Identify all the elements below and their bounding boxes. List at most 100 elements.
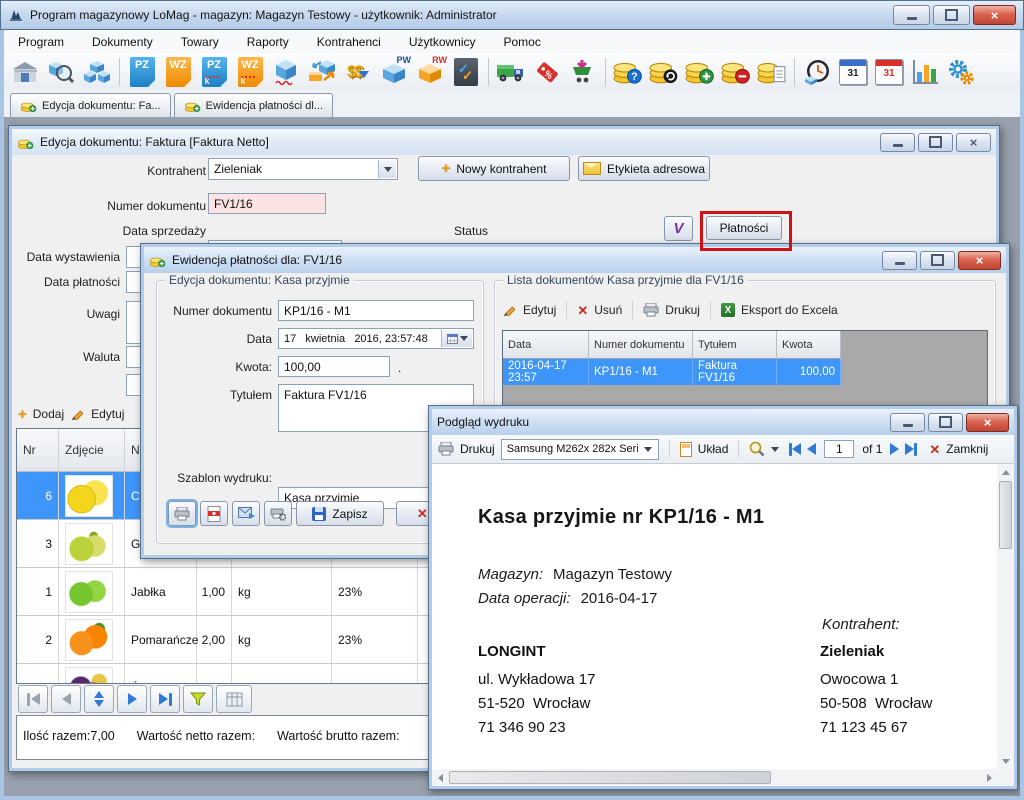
documents-check-icon[interactable]: ✓✓ xyxy=(449,56,483,88)
print-payment-button[interactable]: Drukuj xyxy=(665,303,700,317)
menu-kontrahenci[interactable]: Kontrahenci xyxy=(303,32,395,52)
email-button[interactable] xyxy=(232,501,260,526)
horizontal-scrollbar[interactable] xyxy=(432,769,997,786)
restore-button[interactable] xyxy=(928,413,963,432)
settings-gears-icon[interactable] xyxy=(944,56,978,88)
calendar-red-icon[interactable]: 31 xyxy=(872,56,906,88)
wzk-document-icon[interactable]: WZk xyxy=(233,56,267,88)
edit-payment-button[interactable]: Edytuj xyxy=(523,303,556,317)
coins-status-icon[interactable]: ? xyxy=(611,56,645,88)
warehouse-icon[interactable] xyxy=(8,56,42,88)
calendar-icon[interactable]: 31 xyxy=(836,56,870,88)
minimize-button[interactable] xyxy=(890,413,925,432)
delete-payment-button[interactable]: Usuń xyxy=(594,303,622,317)
next-page-button[interactable] xyxy=(890,443,899,455)
last-page-button[interactable] xyxy=(905,443,917,456)
minimize-button[interactable] xyxy=(882,251,917,270)
edit-item-button[interactable]: Edytuj xyxy=(91,407,124,421)
rw-document-icon[interactable]: RW xyxy=(413,56,447,88)
restore-button[interactable] xyxy=(933,5,970,25)
page-number-field[interactable]: 1 xyxy=(824,440,854,458)
printer-select[interactable]: Samsung M262x 282x Series xyxy=(501,439,659,460)
col-data[interactable]: Data xyxy=(503,331,589,359)
amount-field[interactable]: 100,00 xyxy=(278,356,390,377)
prev-record-button[interactable] xyxy=(51,685,81,713)
first-record-button[interactable] xyxy=(18,685,48,713)
close-preview-button[interactable]: Zamknij xyxy=(946,442,988,456)
last-record-button[interactable] xyxy=(150,685,180,713)
col-numer[interactable]: Numer dokumentu xyxy=(589,331,693,359)
address-label-button[interactable]: Etykieta adresowa xyxy=(578,156,710,181)
print-settings-button[interactable] xyxy=(264,501,292,526)
col-tytulem[interactable]: Tytułem xyxy=(693,331,777,359)
menu-program[interactable]: Program xyxy=(4,32,78,52)
grid-settings-icon[interactable] xyxy=(216,685,252,713)
col-kwota[interactable]: Kwota xyxy=(777,331,841,359)
purchase-cart-icon[interactable] xyxy=(566,56,600,88)
scroll-left-icon[interactable] xyxy=(432,769,447,786)
transfer-icon[interactable] xyxy=(305,56,339,88)
history-clock-icon[interactable] xyxy=(800,56,834,88)
kontrahent-combo[interactable]: Zieleniak xyxy=(208,158,398,180)
minimize-button[interactable] xyxy=(880,133,915,152)
filter-icon[interactable] xyxy=(183,685,213,713)
discount-tag-icon[interactable]: % xyxy=(530,56,564,88)
print-button[interactable]: Drukuj xyxy=(460,442,495,456)
chevron-down-icon[interactable] xyxy=(378,160,396,178)
layout-button[interactable]: Układ xyxy=(698,442,729,456)
minimize-button[interactable] xyxy=(893,5,930,25)
delivery-truck-icon[interactable] xyxy=(494,56,528,88)
tab-ewidencja-platnosci[interactable]: Ewidencja płatności dl... xyxy=(174,93,333,117)
pdf-button[interactable] xyxy=(200,501,228,526)
export-excel-button[interactable]: Eksport do Excela xyxy=(741,303,838,317)
money-icon[interactable]: $$ xyxy=(341,56,375,88)
chevron-down-icon[interactable] xyxy=(640,441,657,458)
goods-list-icon[interactable] xyxy=(80,56,114,88)
prev-page-button[interactable] xyxy=(807,443,816,455)
scroll-down-icon[interactable] xyxy=(997,754,1014,769)
scroll-right-icon[interactable] xyxy=(982,769,997,786)
calendar-dropdown-icon[interactable] xyxy=(441,330,472,347)
menu-raporty[interactable]: Raporty xyxy=(233,32,303,52)
pzk-document-icon[interactable]: PZk xyxy=(197,56,231,88)
next-record-button[interactable] xyxy=(117,685,147,713)
sort-button[interactable] xyxy=(84,685,114,713)
first-page-button[interactable] xyxy=(789,443,801,456)
scroll-thumb[interactable] xyxy=(449,771,771,784)
document-number-field[interactable]: FV1/16 xyxy=(208,193,326,214)
scroll-thumb[interactable] xyxy=(999,481,1012,549)
col-photo[interactable]: Zdjęcie xyxy=(59,429,125,471)
payment-number-field[interactable]: KP1/16 - M1 xyxy=(278,300,474,321)
zoom-dropdown-icon[interactable] xyxy=(771,447,779,456)
close-button[interactable]: × xyxy=(966,413,1009,432)
zoom-icon[interactable] xyxy=(749,441,765,457)
statistics-icon[interactable] xyxy=(908,56,942,88)
payment-date-picker[interactable]: 17 kwietnia 2016, 23:57:48 xyxy=(278,328,474,349)
pw-document-icon[interactable]: PW xyxy=(377,56,411,88)
validate-button[interactable]: V xyxy=(664,216,693,241)
menu-towary[interactable]: Towary xyxy=(167,32,233,52)
payments-button[interactable]: Płatności xyxy=(706,216,782,240)
wz-document-icon[interactable]: WZ xyxy=(161,56,195,88)
coins-refresh-icon[interactable] xyxy=(647,56,681,88)
coins-add-icon[interactable] xyxy=(683,56,717,88)
add-item-button[interactable]: Dodaj xyxy=(33,407,64,421)
save-button[interactable]: Zapisz xyxy=(296,501,384,526)
payment-row[interactable]: 2016-04-17 23:57 KP1/16 - M1 Faktura FV1… xyxy=(503,359,841,385)
restore-button[interactable] xyxy=(918,133,953,152)
close-button[interactable]: × xyxy=(958,251,1001,270)
print-button[interactable] xyxy=(168,501,196,526)
menu-uzytkownicy[interactable]: Użytkownicy xyxy=(395,32,490,52)
coins-report-icon[interactable] xyxy=(755,56,789,88)
pz-document-icon[interactable]: PZ xyxy=(125,56,159,88)
menu-dokumenty[interactable]: Dokumenty xyxy=(78,32,167,52)
tab-edycja-dokumentu[interactable]: Edycja dokumentu: Fa... xyxy=(10,93,171,117)
new-contractor-button[interactable]: + Nowy kontrahent xyxy=(418,156,570,181)
coins-remove-icon[interactable] xyxy=(719,56,753,88)
col-nr[interactable]: Nr xyxy=(17,429,59,471)
close-button[interactable]: × xyxy=(956,133,991,152)
restore-button[interactable] xyxy=(920,251,955,270)
inventory-icon[interactable] xyxy=(269,56,303,88)
vertical-scrollbar[interactable] xyxy=(997,464,1014,769)
close-button[interactable]: × xyxy=(973,5,1016,25)
